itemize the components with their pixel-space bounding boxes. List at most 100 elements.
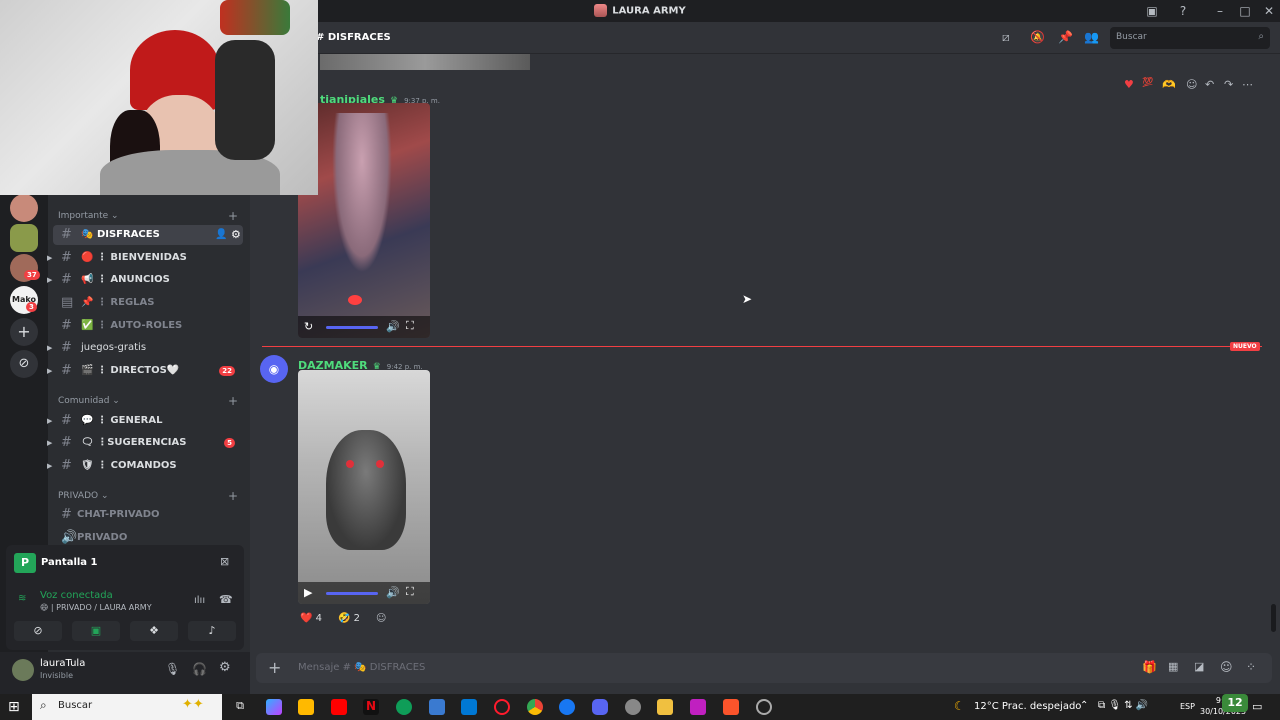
- heart-reaction-icon[interactable]: ♥: [1124, 78, 1134, 91]
- file-explorer-icon[interactable]: [657, 699, 673, 715]
- threads-icon[interactable]: ⧄: [1002, 30, 1010, 45]
- weather-text[interactable]: 12°C Prac. despejado: [974, 701, 1081, 712]
- attach-icon[interactable]: +: [268, 658, 281, 677]
- app-icon[interactable]: [429, 699, 445, 715]
- channel-general[interactable]: ▶ # 💬 ⋮ GENERAL: [47, 411, 243, 431]
- avatar[interactable]: [12, 659, 34, 681]
- facebook-icon[interactable]: [559, 699, 575, 715]
- channel-comandos[interactable]: ▶ # 🛡 ⋮ COMANDOS: [47, 456, 243, 476]
- reaction-heart[interactable]: ❤️ 4: [300, 610, 332, 628]
- maximize-icon[interactable]: □: [1237, 3, 1253, 19]
- gif-icon[interactable]: ▦: [1168, 660, 1178, 673]
- minimize-icon[interactable]: –: [1212, 3, 1228, 19]
- app-icon-2[interactable]: [625, 699, 641, 715]
- tray-chevron-icon[interactable]: ⌃: [1080, 700, 1088, 711]
- channel-juegos-gratis[interactable]: ▶ # juegos-gratis: [47, 338, 243, 358]
- fullscreen-icon[interactable]: ⛶: [406, 319, 414, 333]
- microphone-icon[interactable]: 🎙: [165, 662, 180, 676]
- noise-icon[interactable]: ılıı: [194, 595, 205, 606]
- channel-chat-privado[interactable]: # CHAT-PRIVADO: [53, 505, 243, 525]
- voice-location[interactable]: 😄 | PRIVADO / LAURA ARMY: [40, 603, 152, 612]
- copilot-icon[interactable]: [266, 699, 282, 715]
- netflix-icon[interactable]: N: [363, 699, 379, 715]
- opera-icon[interactable]: [494, 699, 510, 715]
- channel-directos[interactable]: ▶ # 🎬 ⋮ DIRECTOS🤍 22: [47, 361, 243, 381]
- author-avatar[interactable]: ◉: [260, 355, 288, 383]
- more-icon[interactable]: ⋯: [1242, 78, 1253, 91]
- message-input[interactable]: Mensaje # 🎭 DISFRACES: [298, 662, 425, 673]
- volume-icon[interactable]: 🔊: [386, 586, 400, 599]
- taskbar-search[interactable]: ⌕ Buscar ✦✦: [32, 694, 222, 720]
- activities-button[interactable]: ❖: [130, 621, 178, 641]
- fullscreen-icon[interactable]: ⛶: [406, 585, 414, 599]
- disconnect-icon[interactable]: ☎: [219, 593, 233, 606]
- channel-bienvenidas[interactable]: ▶ # 🔴 ⋮ BIENVENIDAS: [47, 248, 243, 268]
- gear-icon[interactable]: ⚙: [231, 225, 241, 245]
- camera-button[interactable]: ⊘: [14, 621, 62, 641]
- emoji-reaction-icon[interactable]: 🫶: [1162, 78, 1176, 91]
- edge-icon[interactable]: [396, 699, 412, 715]
- hundred-reaction-icon[interactable]: 💯: [1142, 78, 1153, 88]
- add-server-icon[interactable]: +: [10, 318, 38, 346]
- language-indicator[interactable]: ESP: [1180, 702, 1195, 711]
- category-importante[interactable]: Importante ⌄ +: [58, 209, 238, 223]
- volume-icon[interactable]: 🔊: [386, 320, 400, 333]
- channel-sugerencias[interactable]: ▶ # 🗨 ⋮SUGERENCIAS 5: [47, 433, 243, 453]
- scrollbar-thumb[interactable]: [1271, 604, 1276, 632]
- video-frame-eye: [346, 460, 354, 468]
- reaction-laugh[interactable]: 🤣 2: [338, 610, 370, 628]
- notifications-icon[interactable]: ▭: [1252, 700, 1262, 713]
- add-channel-icon[interactable]: +: [228, 394, 238, 408]
- screen-share-icon[interactable]: ▣: [1144, 3, 1160, 19]
- reply-icon[interactable]: ↶: [1205, 78, 1214, 91]
- youtube-icon[interactable]: [331, 699, 347, 715]
- apps-icon[interactable]: ⁘: [1246, 660, 1256, 674]
- outlook-icon[interactable]: [461, 699, 477, 715]
- search-input[interactable]: Buscar ⌕: [1110, 27, 1270, 49]
- server-icon-1[interactable]: [10, 194, 38, 222]
- add-channel-icon[interactable]: +: [228, 209, 238, 223]
- headphones-icon[interactable]: 🎧: [192, 662, 207, 676]
- sticker-icon[interactable]: ◪: [1194, 660, 1204, 673]
- replay-icon[interactable]: ↻: [304, 320, 313, 333]
- pinned-icon[interactable]: 📌: [1058, 30, 1073, 44]
- previous-attachment[interactable]: [320, 54, 530, 70]
- gift-icon[interactable]: 🎁: [1142, 660, 1157, 674]
- add-reaction-button[interactable]: ☺: [376, 610, 394, 628]
- channel-auto-roles[interactable]: # ✅ ⋮ AUTO-ROLES: [53, 316, 243, 336]
- close-icon[interactable]: ✕: [1261, 3, 1277, 19]
- windows-start-icon[interactable]: ⊞: [8, 699, 20, 715]
- app-icon-3[interactable]: [690, 699, 706, 715]
- play-icon[interactable]: ▶: [304, 586, 312, 599]
- channel-reglas[interactable]: ▤ 📌 ⋮ REGLAS: [53, 293, 243, 313]
- stop-stream-icon[interactable]: ⊠: [220, 555, 229, 568]
- add-reaction-icon[interactable]: ☺: [1186, 78, 1197, 91]
- help-icon[interactable]: ?: [1175, 3, 1191, 19]
- chrome-icon[interactable]: [527, 699, 543, 715]
- category-comunidad[interactable]: Comunidad ⌄ +: [58, 394, 238, 408]
- settings-icon[interactable]: ⚙: [219, 660, 231, 675]
- emoji-icon[interactable]: ☺: [1220, 660, 1233, 674]
- discord-icon[interactable]: [592, 699, 608, 715]
- channel-anuncios[interactable]: ▶ # 📢 ⋮ ANUNCIOS: [47, 270, 243, 290]
- add-channel-icon[interactable]: +: [228, 489, 238, 503]
- task-view-icon[interactable]: ⧉: [232, 699, 248, 715]
- obs-icon[interactable]: [756, 699, 772, 715]
- invite-icon[interactable]: 👤: [215, 225, 227, 245]
- discover-icon[interactable]: ⊘: [10, 350, 38, 378]
- forward-icon[interactable]: ↷: [1224, 78, 1233, 91]
- video-attachment[interactable]: ▶ 🔊 ⛶: [298, 370, 430, 604]
- store-icon[interactable]: [298, 699, 314, 715]
- message-composer[interactable]: + Mensaje # 🎭 DISFRACES 🎁 ▦ ◪ ☺ ⁘: [256, 653, 1272, 683]
- category-privado[interactable]: PRIVADO ⌄ +: [58, 489, 238, 503]
- progress-bar[interactable]: [326, 592, 378, 595]
- share-screen-button[interactable]: ▣: [72, 621, 120, 641]
- members-icon[interactable]: 👥: [1084, 30, 1099, 44]
- server-icon-2[interactable]: [10, 224, 38, 252]
- tray-icons[interactable]: ⧉ 🎙 ⇅ 🔊: [1098, 700, 1148, 711]
- soundboard-button[interactable]: ♪: [188, 621, 236, 641]
- notifications-icon[interactable]: 🔕: [1030, 30, 1045, 44]
- brave-icon[interactable]: [723, 699, 739, 715]
- progress-bar[interactable]: [326, 326, 378, 329]
- channel-disfraces[interactable]: # 🎭 DISFRACES 👤 ⚙: [53, 225, 243, 245]
